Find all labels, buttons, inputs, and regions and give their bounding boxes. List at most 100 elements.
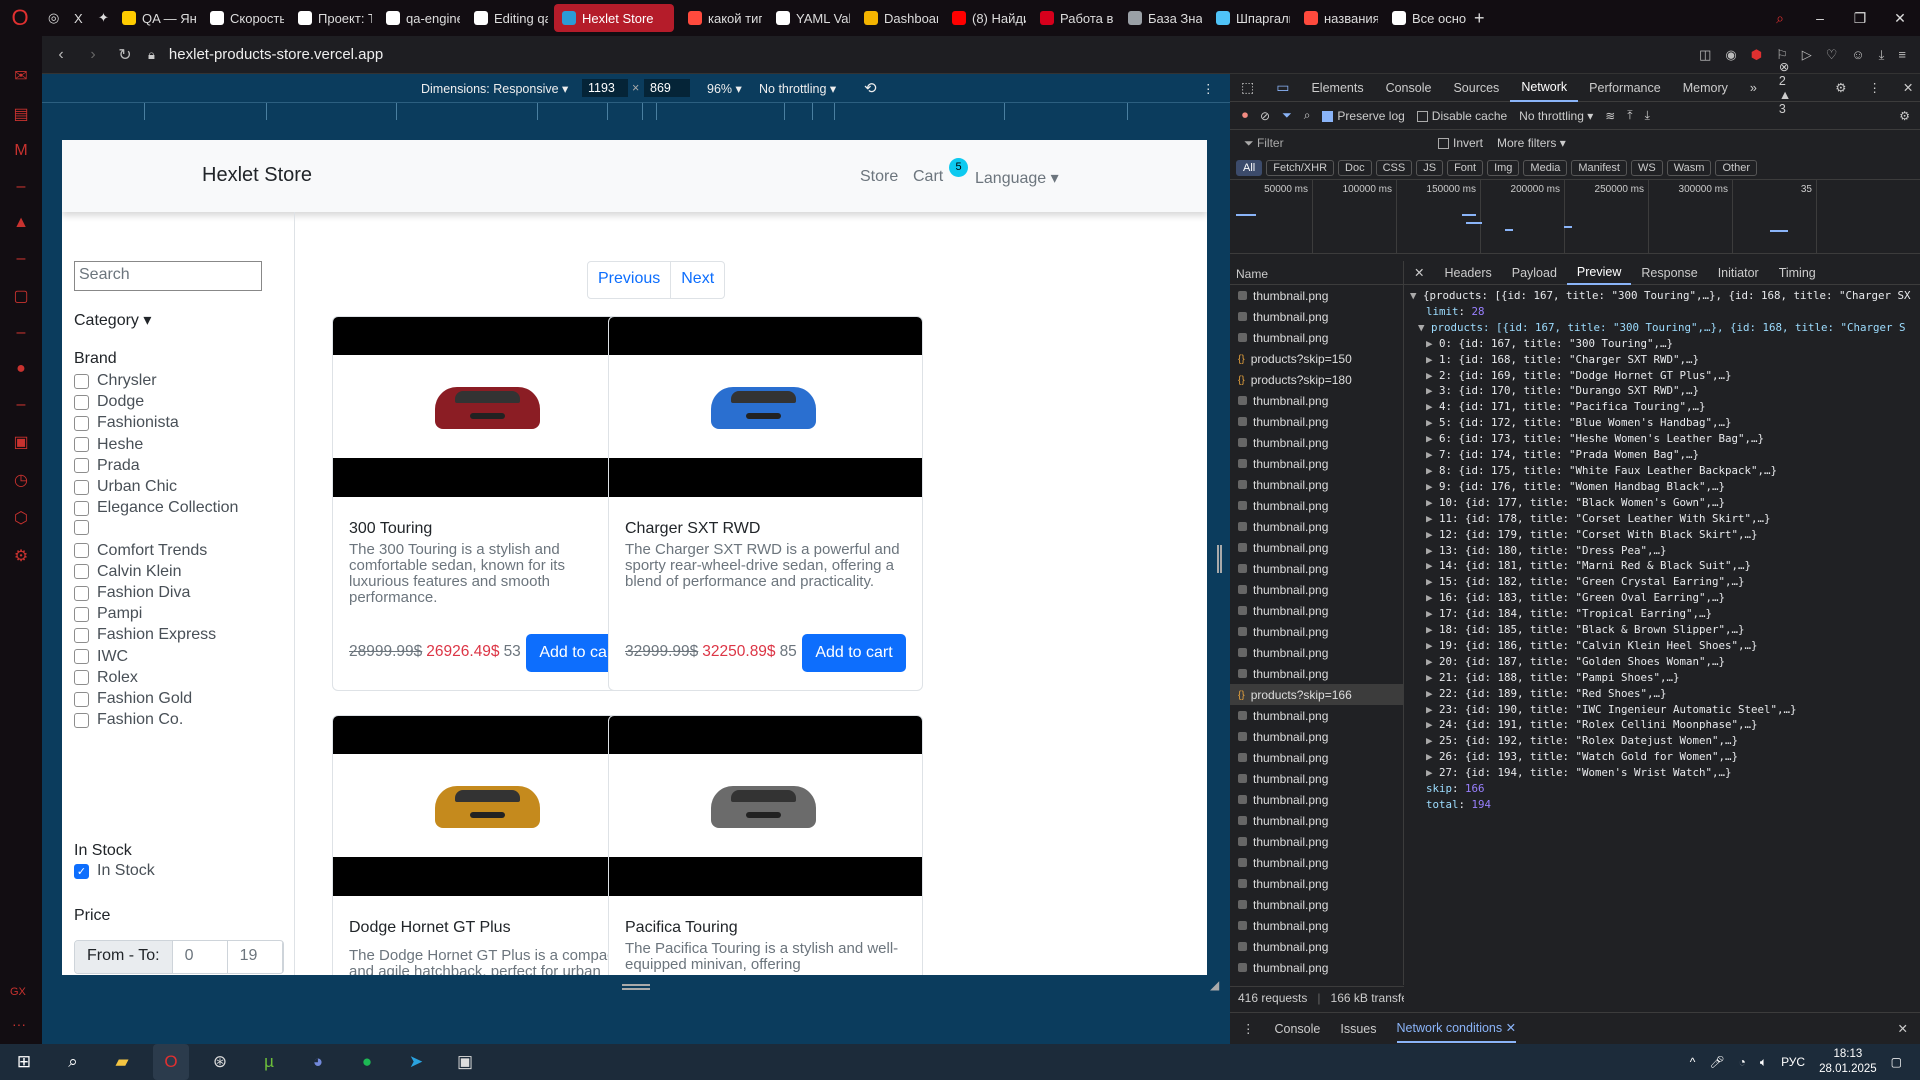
json-product-item[interactable]: ▶ 20: {id: 187, title: "Golden Shoes Wom… <box>1410 654 1920 670</box>
brand-checkbox[interactable]: Fashion Co. <box>74 711 183 729</box>
type-filter-all[interactable]: All <box>1236 159 1263 176</box>
rotate-icon[interactable]: ⟲ <box>864 79 877 97</box>
next-button[interactable]: Next <box>670 262 724 298</box>
type-filter-img[interactable]: Img <box>1487 159 1520 176</box>
brand-checkbox[interactable]: Calvin Klein <box>74 563 181 581</box>
json-product-item[interactable]: ▶ 1: {id: 168, title: "Charger SXT RWD",… <box>1410 352 1920 368</box>
corner-resize-icon[interactable]: ◢ <box>1210 978 1219 992</box>
volume-icon[interactable]: 🔈︎ <box>1760 1055 1767 1070</box>
browser-tab[interactable]: Dashboard <box>856 4 938 32</box>
category-dropdown[interactable]: Category ▾ <box>74 310 151 330</box>
steam-icon[interactable]: ⊛ <box>202 1044 238 1080</box>
browser-tab[interactable]: Все осно <box>1384 4 1466 32</box>
json-product-item[interactable]: ▶ 8: {id: 175, title: "White Faux Leathe… <box>1410 463 1920 479</box>
brand-checkbox[interactable]: Fashion Gold <box>74 690 192 708</box>
json-product-item[interactable]: ▶ 3: {id: 170, title: "Durango SXT RWD",… <box>1410 383 1920 399</box>
menu-icon[interactable]: ≡ <box>1898 47 1906 62</box>
snapshot-icon[interactable]: ◫ <box>1699 47 1711 63</box>
request-row[interactable]: {} products?skip=166 <box>1230 684 1403 705</box>
request-row[interactable]: thumbnail.png <box>1230 306 1403 327</box>
invert-checkbox[interactable]: Invert <box>1438 136 1483 150</box>
browser-tab[interactable]: База Знан <box>1120 4 1202 32</box>
type-filter-manifest[interactable]: Manifest <box>1571 159 1627 176</box>
throttle-select[interactable]: No throttling ▾ <box>759 81 836 96</box>
media-query-ruler[interactable] <box>42 102 1230 121</box>
tab-elements[interactable]: Elements <box>1300 81 1374 95</box>
json-product-item[interactable]: ▶ 25: {id: 192, title: "Rolex Datejust W… <box>1410 733 1920 749</box>
tab-icon-2[interactable]: X <box>66 4 90 32</box>
price-to-input[interactable]: 19 <box>228 941 283 973</box>
brand-checkbox[interactable]: Elegance Collection <box>74 499 238 517</box>
zoom-select[interactable]: 96% ▾ <box>707 81 742 96</box>
device-mode-icon[interactable]: ▭ <box>1265 79 1300 96</box>
drawer-tab-console[interactable]: Console <box>1275 1022 1321 1036</box>
brand-checkbox[interactable]: Fashion Diva <box>74 584 190 602</box>
microphone-icon[interactable]: 🎤︎ <box>1709 1055 1724 1069</box>
detail-tab-initiator[interactable]: Initiator <box>1708 262 1769 284</box>
close-window-icon[interactable]: ✕ <box>1880 10 1920 27</box>
browser-tab[interactable]: Проект: T <box>290 4 372 32</box>
request-row[interactable]: thumbnail.png <box>1230 726 1403 747</box>
new-tab-plus-icon[interactable]: + <box>1466 4 1493 32</box>
back-icon[interactable]: ‹ <box>52 46 70 64</box>
json-product-item[interactable]: ▶ 17: {id: 184, title: "Tropical Earring… <box>1410 606 1920 622</box>
browser-tab[interactable]: (8) Найди <box>944 4 1026 32</box>
close-detail-icon[interactable]: ✕ <box>1404 262 1434 284</box>
tab-memory[interactable]: Memory <box>1672 81 1739 95</box>
tray-expand-icon[interactable]: ^ <box>1690 1055 1696 1069</box>
viewport-height-handle[interactable] <box>622 984 650 990</box>
pinboard-icon[interactable]: ▣ <box>13 432 28 452</box>
wifi-icon[interactable]: ≋ <box>1605 109 1615 123</box>
json-product-item[interactable]: ▶ 10: {id: 177, title: "Black Women's Go… <box>1410 495 1920 511</box>
browser-tab[interactable]: какой тип <box>680 4 762 32</box>
type-filter-ws[interactable]: WS <box>1630 159 1663 176</box>
expand-triangle-icon[interactable]: ▶ <box>1426 559 1439 572</box>
product-image[interactable] <box>609 317 922 497</box>
type-filter-doc[interactable]: Doc <box>1338 159 1372 176</box>
gx-icon[interactable]: GX <box>10 986 26 998</box>
camera-icon[interactable]: ◉ <box>1725 47 1736 63</box>
language-dropdown[interactable]: Language ▾ <box>975 168 1059 188</box>
store-brand[interactable]: Hexlet Store <box>202 164 312 187</box>
expand-triangle-icon[interactable]: ▶ <box>1426 400 1439 413</box>
settings-icon[interactable]: ⚙ <box>14 546 28 566</box>
record-icon[interactable]: ⏺ <box>1242 108 1248 123</box>
brand-checkbox[interactable]: Rolex <box>74 669 138 687</box>
expand-triangle-icon[interactable]: ▶ <box>1426 512 1439 525</box>
json-product-item[interactable]: ▶ 27: {id: 194, title: "Women's Wrist Wa… <box>1410 765 1920 781</box>
expand-triangle-icon[interactable]: ▶ <box>1426 384 1439 397</box>
request-row[interactable]: thumbnail.png <box>1230 327 1403 348</box>
extensions-icon[interactable]: ⬡ <box>14 508 28 528</box>
brand-checkbox[interactable]: Urban Chic <box>74 478 177 496</box>
request-row[interactable]: thumbnail.png <box>1230 516 1403 537</box>
request-row[interactable]: thumbnail.png <box>1230 789 1403 810</box>
brand-checkbox[interactable]: Fashion Express <box>74 626 216 644</box>
browser-tab[interactable]: YAML Vali <box>768 4 850 32</box>
browser-tab[interactable]: Работа в <box>1032 4 1114 32</box>
type-filter-wasm[interactable]: Wasm <box>1666 159 1712 176</box>
expand-triangle-icon[interactable]: ▶ <box>1426 544 1439 557</box>
expand-triangle-icon[interactable]: ▶ <box>1426 607 1439 620</box>
json-product-item[interactable]: ▶ 22: {id: 189, title: "Red Shoes",…} <box>1410 686 1920 702</box>
expand-triangle-icon[interactable]: ▶ <box>1426 496 1439 509</box>
gmail-icon[interactable]: M <box>14 142 27 160</box>
news-icon[interactable]: ▤ <box>13 104 28 124</box>
json-product-item[interactable]: ▶ 5: {id: 172, title: "Blue Women's Hand… <box>1410 415 1920 431</box>
expand-triangle-icon[interactable]: ▶ <box>1426 718 1439 731</box>
json-product-item[interactable]: ▶ 2: {id: 169, title: "Dodge Hornet GT P… <box>1410 368 1920 384</box>
request-row[interactable]: thumbnail.png <box>1230 285 1403 306</box>
product-title[interactable]: Dodge Hornet GT Plus <box>349 919 511 937</box>
more-filters-dropdown[interactable]: More filters ▾ <box>1497 136 1566 150</box>
json-product-item[interactable]: ▶ 24: {id: 191, title: "Rolex Cellini Mo… <box>1410 717 1920 733</box>
brand-checkbox[interactable]: Pampi <box>74 605 142 623</box>
expand-triangle-icon[interactable]: ▶ <box>1426 575 1439 588</box>
twitch-icon[interactable]: ▢ <box>13 286 28 306</box>
request-row[interactable]: thumbnail.png <box>1230 432 1403 453</box>
json-product-item[interactable]: ▶ 21: {id: 188, title: "Pampi Shoes",…} <box>1410 670 1920 686</box>
expand-triangle-icon[interactable]: ▶ <box>1426 353 1439 366</box>
opera-gx-icon[interactable]: O <box>153 1044 189 1080</box>
inspect-icon[interactable]: ⬚ <box>1230 79 1265 96</box>
tab-performance[interactable]: Performance <box>1578 81 1672 95</box>
json-root-line[interactable]: ▼ {products: [{id: 167, title: "300 Tour… <box>1410 288 1920 304</box>
disable-cache-checkbox[interactable]: Disable cache <box>1416 109 1507 123</box>
